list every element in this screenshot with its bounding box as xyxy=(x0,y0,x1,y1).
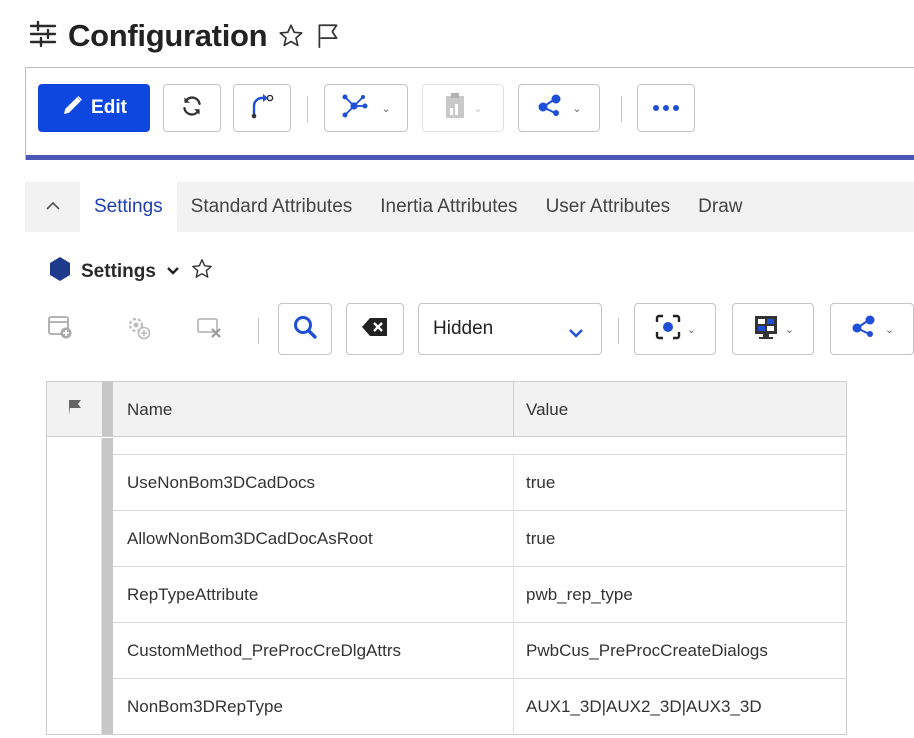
toolbar-separator xyxy=(258,318,259,344)
cell-name: NonBom3DRepType xyxy=(127,697,283,716)
cell-divider xyxy=(513,679,514,733)
cell-name: UseNonBom3DCadDocs xyxy=(127,473,316,492)
add-setting-button xyxy=(118,303,158,355)
revise-button[interactable] xyxy=(233,84,291,132)
view-dropdown[interactable]: ⌄ xyxy=(634,303,716,355)
chevron-down-icon: ⌄ xyxy=(473,102,483,115)
add-setting-icon xyxy=(124,313,152,346)
column-header-name[interactable]: Name xyxy=(127,382,172,437)
clear-icon xyxy=(361,316,389,343)
chevron-down-icon: ⌄ xyxy=(381,102,391,115)
cell-value: AUX1_3D|AUX2_3D|AUX3_3D xyxy=(526,697,762,716)
visibility-select-value: Hidden xyxy=(433,318,494,339)
clipboard-dropdown: ⌄ xyxy=(422,84,504,132)
toolbar-accent-bar xyxy=(26,155,914,160)
cell-value: true xyxy=(526,473,556,492)
layout-dropdown[interactable]: ⌄ xyxy=(732,303,814,355)
tab-user-attributes[interactable]: User Attributes xyxy=(532,182,685,232)
flag-column xyxy=(47,438,102,734)
new-table-icon xyxy=(47,314,73,345)
revise-icon xyxy=(248,92,276,125)
section-header: Settings xyxy=(48,256,214,288)
column-divider xyxy=(102,438,113,734)
table-row[interactable]: NonBom3DRepType AUX1_3D|AUX2_3D|AUX3_3D xyxy=(113,678,846,733)
table-row[interactable]: CustomMethod_PreProcCreDlgAttrs PwbCus_P… xyxy=(113,622,846,677)
cell-value: pwb_rep_type xyxy=(526,585,633,604)
sliders-icon xyxy=(28,19,58,54)
cell-divider xyxy=(513,511,514,565)
table-row[interactable]: UseNonBom3DCadDocs true xyxy=(113,454,846,509)
chevron-down-icon: ⌄ xyxy=(884,323,895,336)
cell-divider xyxy=(513,455,514,509)
table-header: Name Value xyxy=(47,382,846,437)
toolbar-separator xyxy=(621,96,622,122)
more-icon xyxy=(652,99,680,117)
flag-column-header[interactable] xyxy=(47,382,102,436)
chevron-down-icon: ⌄ xyxy=(784,323,795,336)
chevron-down-icon xyxy=(567,323,585,345)
tab-settings[interactable]: Settings xyxy=(80,182,177,232)
cell-name: RepTypeAttribute xyxy=(127,585,259,604)
table-row[interactable]: AllowNonBom3DCadDocAsRoot true xyxy=(113,510,846,565)
cell-name: CustomMethod_PreProcCreDlgAttrs xyxy=(127,641,401,660)
clear-filter-button[interactable] xyxy=(346,303,404,355)
column-divider xyxy=(102,382,113,436)
settings-table: Name Value UseNonBom3DCadDocs true Allow… xyxy=(46,381,847,735)
tab-inertia-attributes[interactable]: Inertia Attributes xyxy=(366,182,531,232)
structure-dropdown[interactable]: ⌄ xyxy=(324,84,408,132)
main-toolbar: Edit ⌄ ⌄ ⌄ xyxy=(25,67,914,160)
star-outline-icon[interactable] xyxy=(190,257,214,287)
toolbar-separator xyxy=(307,96,308,122)
remove-button xyxy=(190,303,230,355)
tab-drawing[interactable]: Draw xyxy=(684,182,756,232)
table-row[interactable]: RepTypeAttribute pwb_rep_type xyxy=(113,566,846,621)
column-divider[interactable] xyxy=(513,382,514,437)
chevron-down-icon[interactable] xyxy=(165,261,181,283)
section-title: Settings xyxy=(81,261,156,282)
page-title: Configuration xyxy=(68,18,268,53)
cell-divider xyxy=(513,567,514,621)
more-button[interactable] xyxy=(637,84,695,132)
hexagon-icon xyxy=(48,256,72,288)
flag-outline-icon[interactable] xyxy=(315,22,341,50)
layout-icon xyxy=(752,313,780,346)
new-table-button xyxy=(40,303,80,355)
refresh-button[interactable] xyxy=(163,84,221,132)
visibility-select[interactable]: Hidden xyxy=(418,303,602,355)
page-header: Configuration xyxy=(28,14,341,58)
share-dropdown-secondary[interactable]: ⌄ xyxy=(830,303,914,355)
chevron-down-icon: ⌄ xyxy=(572,102,582,115)
remove-icon xyxy=(196,314,224,345)
cell-name: AllowNonBom3DCadDocAsRoot xyxy=(127,529,373,548)
chevron-up-icon xyxy=(45,196,61,218)
cell-value: true xyxy=(526,529,556,548)
tab-bar: Settings Standard Attributes Inertia Att… xyxy=(25,182,914,232)
column-header-value[interactable]: Value xyxy=(526,382,568,437)
tab-standard-attributes[interactable]: Standard Attributes xyxy=(177,182,367,232)
pencil-icon xyxy=(61,93,85,123)
view-icon xyxy=(654,313,682,346)
share-dropdown[interactable]: ⌄ xyxy=(518,84,600,132)
search-icon xyxy=(292,314,318,345)
share-icon xyxy=(850,314,880,345)
share-icon xyxy=(536,93,566,124)
cell-divider xyxy=(513,623,514,677)
flag-icon xyxy=(66,398,84,436)
toolbar-separator xyxy=(618,318,619,344)
chevron-down-icon: ⌄ xyxy=(686,323,697,336)
cell-value: PwbCus_PreProcCreateDialogs xyxy=(526,641,768,660)
edit-label: Edit xyxy=(91,97,127,118)
edit-button[interactable]: Edit xyxy=(38,84,150,132)
refresh-icon xyxy=(179,93,205,124)
clipboard-icon xyxy=(443,92,467,125)
collapse-button[interactable] xyxy=(25,182,80,232)
search-button[interactable] xyxy=(278,303,332,355)
structure-icon xyxy=(341,93,375,124)
star-outline-icon[interactable] xyxy=(277,22,305,50)
